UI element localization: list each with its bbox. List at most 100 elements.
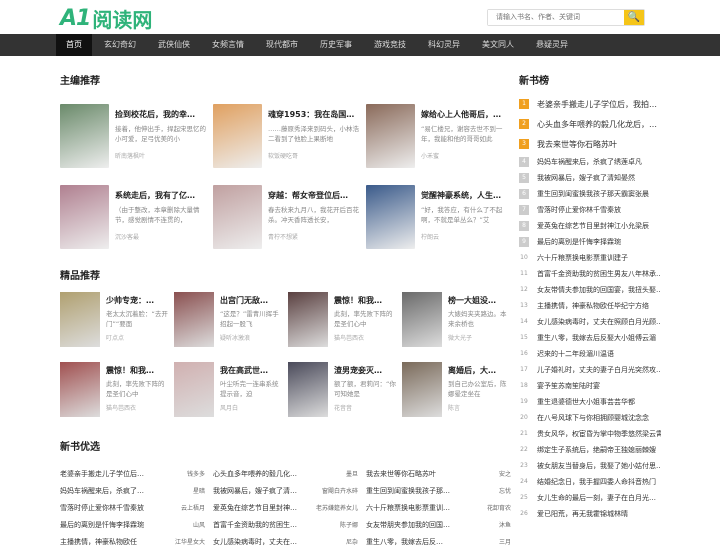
rank-item[interactable]: 14 女儿感染病毒时，丈夫在照顾白月光顾…	[519, 314, 661, 330]
book-card[interactable]: 系统走后，我有了亿… （由于整改，本章删除大量情节，感觉剧情不连贯的， 沉沙客最	[60, 185, 213, 249]
rank-item[interactable]: 22 绑定生子系统后，绝嗣帝王独媳丽棘嫂	[519, 442, 661, 458]
book-author[interactable]: 叮点点	[106, 333, 170, 342]
rank-item[interactable]: 2 心头血多年喂养的毅几化龙后，…	[519, 114, 661, 134]
book-card[interactable]: 觉醒神豪系统，人生… “好，我答应，有什么了不起啊，不就是单丛么？”艾 柠朗云	[366, 185, 519, 249]
list-item[interactable]: 主播携情，神豪私物欧任 江华星女大	[60, 533, 213, 550]
book-author[interactable]: 青柠不想紧	[268, 232, 360, 241]
book-cover[interactable]	[402, 362, 442, 417]
rank-book-name[interactable]: 妈妈车祸醒来后，杀疯了绣莲卓凡	[537, 157, 642, 167]
list-item-name[interactable]: 雪落时停止爱你林千雪秦放	[60, 503, 160, 513]
nav-item[interactable]: 历史军事	[310, 34, 362, 56]
list-item-name[interactable]: 老婆亲手搬走儿子学位后…	[60, 469, 160, 479]
list-item-author[interactable]: 窗飓白卉水碎	[322, 486, 358, 495]
nav-item[interactable]: 游戏竞技	[364, 34, 416, 56]
list-item[interactable]: 我去来世等你石略苏叶 安之	[366, 465, 519, 482]
book-author[interactable]: 昕南落枫叶	[115, 151, 207, 160]
rank-item[interactable]: 23 被女朋友当替身后，我娶了她小姑付思…	[519, 458, 661, 474]
book-title[interactable]: 穿越：帮女帝登位后…	[268, 190, 360, 202]
rank-book-name[interactable]: 女儿感染病毒时，丈夫在照顾白月光顾…	[537, 317, 661, 327]
book-author[interactable]: 风月白	[220, 403, 284, 412]
rank-book-name[interactable]: 重生八零，我嫁去后反娶大小姐傅云湄	[537, 333, 656, 343]
nav-item[interactable]: 科幻灵异	[418, 34, 470, 56]
rank-item[interactable]: 12 女友带情夫参加我的回国宴，我扭头娶…	[519, 282, 661, 298]
list-item-name[interactable]: 首富千金资助我的贫困生…	[213, 520, 313, 530]
rank-book-name[interactable]: 老婆亲手搬走儿子学位后，我拍…	[537, 99, 657, 110]
book-cover[interactable]	[288, 292, 328, 347]
rank-book-name[interactable]: 儿子婚礼时，丈夫的妻子白月光突然攻…	[537, 365, 661, 375]
list-item[interactable]: 心头血多年喂养的毅几化… 墨旦	[213, 465, 366, 482]
list-item-author[interactable]: 沐鱼	[499, 520, 511, 529]
book-title[interactable]: 离婚后，大…	[448, 365, 512, 377]
list-item-name[interactable]: 六十斤粮票换电影票重训…	[366, 503, 466, 513]
list-item-name[interactable]: 女儿感染病毒时，丈夫在…	[213, 537, 313, 547]
rank-item[interactable]: 18 宴予笙苏南笙陆时宴	[519, 378, 661, 394]
book-card[interactable]: 震惊！和我… 此刻，率先败下阵的是圣们心中 猫鸟芭西衣	[288, 292, 402, 347]
list-item-name[interactable]: 爱英兔在综艺节目里封神…	[213, 503, 313, 513]
list-item[interactable]: 老婆亲手搬走儿子学位后… 钱多多	[60, 465, 213, 482]
book-cover[interactable]	[174, 362, 214, 417]
rank-book-name[interactable]: 六十斤粮票换电影票重训建子	[537, 253, 628, 263]
book-card[interactable]: 出宫门无敌… “这是？”雷青川挥手招起一股飞 疑听冰激浪	[174, 292, 288, 347]
rank-item[interactable]: 8 爱英兔在综艺节目里封神江小允梁辰	[519, 218, 661, 234]
rank-book-name[interactable]: 爱英兔在综艺节目里封神江小允梁辰	[537, 221, 649, 231]
rank-item[interactable]: 25 女儿生命的最后一刻，妻子在白月光…	[519, 490, 661, 506]
rank-book-name[interactable]: 贵女风华，权宦昏为掌中物季悠然梁云霄	[537, 429, 661, 439]
book-title[interactable]: 渣男宠妾灭…	[334, 365, 398, 377]
nav-item[interactable]: 美文同人	[472, 34, 524, 56]
rank-book-name[interactable]: 爱已阳荒，再无我霍锦城林晴	[537, 509, 628, 519]
rank-item[interactable]: 20 在八号风球下与你相拥顾婴城沈念念	[519, 410, 661, 426]
book-cover[interactable]	[213, 104, 262, 168]
book-author[interactable]: 猫鸟芭西衣	[106, 403, 170, 412]
rank-book-name[interactable]: 结婚纪念日，我手握四委人命抖音热门	[537, 477, 656, 487]
list-item-author[interactable]: 尼杂	[346, 537, 358, 546]
rank-book-name[interactable]: 女儿生命的最后一刻，妻子在白月光…	[537, 493, 656, 503]
search-input[interactable]	[488, 10, 624, 25]
list-item-name[interactable]: 重生八零，我嫁去后反…	[366, 537, 466, 547]
list-item[interactable]: 重生八零，我嫁去后反… 三月	[366, 533, 519, 550]
book-card[interactable]: 渣男宠妾灭… 额了额，君莉问：“你可知她是 花音音	[288, 362, 402, 417]
rank-book-name[interactable]: 女友带情夫参加我的回国宴，我扭头娶…	[537, 285, 661, 295]
book-author[interactable]: 软饭硬吃哥	[268, 151, 360, 160]
list-item-author[interactable]: 江华星女大	[175, 537, 205, 546]
rank-book-name[interactable]: 雪落时停止爱你林千雪秦放	[537, 205, 621, 215]
book-author[interactable]: 沉沙客最	[115, 232, 207, 241]
rank-item[interactable]: 7 雪落时停止爱你林千雪秦放	[519, 202, 661, 218]
book-title[interactable]: 捡到校花后，我的幸…	[115, 109, 207, 121]
book-cover[interactable]	[60, 185, 109, 249]
book-author[interactable]: 陈言	[448, 403, 512, 412]
rank-book-name[interactable]: 绑定生子系统后，绝嗣帝王独媳丽棘嫂	[537, 445, 656, 455]
rank-book-name[interactable]: 首富千金资助我的贫困生男友八年林承…	[537, 269, 661, 279]
list-item[interactable]: 六十斤粮票换电影票重训… 花卸育农	[366, 499, 519, 516]
rank-item[interactable]: 24 结婚纪念日，我手握四委人命抖音热门	[519, 474, 661, 490]
list-item[interactable]: 我被网暴后，嫂子疯了清… 窗飓白卉水碎	[213, 482, 366, 499]
book-title[interactable]: 少帅专宠：…	[106, 295, 170, 307]
rank-item[interactable]: 19 重生退婆德世大小姐事芸芸华都	[519, 394, 661, 410]
nav-item[interactable]: 武侠仙侠	[148, 34, 200, 56]
book-cover[interactable]	[288, 362, 328, 417]
book-author[interactable]: 微大光子	[448, 333, 512, 342]
book-title[interactable]: 系统走后，我有了亿…	[115, 190, 207, 202]
rank-item[interactable]: 21 贵女风华，权宦昏为掌中物季悠然梁云霄	[519, 426, 661, 442]
book-cover[interactable]	[366, 185, 415, 249]
book-card[interactable]: 我在高武世… 叶尘听完一连串系统提示音，迫 风月白	[174, 362, 288, 417]
book-card[interactable]: 榜一大姐没… 大婊妈夹夹路边。本来余桥也 微大光子	[402, 292, 516, 347]
book-card[interactable]: 少帅专宠：… 老太太沉着脸：“去开门”“要面 叮点点	[60, 292, 174, 347]
list-item-author[interactable]: 云上梧月	[181, 503, 205, 512]
nav-item[interactable]: 玄幻奇幻	[94, 34, 146, 56]
rank-book-name[interactable]: 迟来的十二年段湄川温语	[537, 349, 614, 359]
list-item-author[interactable]: 花卸育农	[487, 503, 511, 512]
rank-item[interactable]: 6 重生回到闺蜜换我孩子那天霸窦张晨	[519, 186, 661, 202]
rank-item[interactable]: 16 迟来的十二年段湄川温语	[519, 346, 661, 362]
nav-item[interactable]: 首页	[56, 34, 92, 56]
book-card[interactable]: 穿越：帮女帝登位后… 春去秋来九月八，我花开后百花杀。冲天香阵透长安， 青柠不想紧	[213, 185, 366, 249]
book-cover[interactable]	[60, 362, 100, 417]
rank-book-name[interactable]: 主播携情，神豪私物欧任毕纪宁方络	[537, 301, 649, 311]
book-title[interactable]: 我在高武世…	[220, 365, 284, 377]
rank-book-name[interactable]: 最后的离别是忏悔李择霖琬	[537, 237, 621, 247]
list-item-name[interactable]: 我去来世等你石略苏叶	[366, 469, 466, 479]
book-card[interactable]: 离婚后，大… 到自己办公室后，陈娜晕定坐在 陈言	[402, 362, 516, 417]
rank-item[interactable]: 3 我去来世等你石略苏叶	[519, 134, 661, 154]
rank-book-name[interactable]: 我被网暴后，嫂子疯了清知晏然	[537, 173, 635, 183]
book-author[interactable]: 花音音	[334, 403, 398, 412]
list-item-name[interactable]: 主播携情，神豪私物欧任	[60, 537, 160, 547]
